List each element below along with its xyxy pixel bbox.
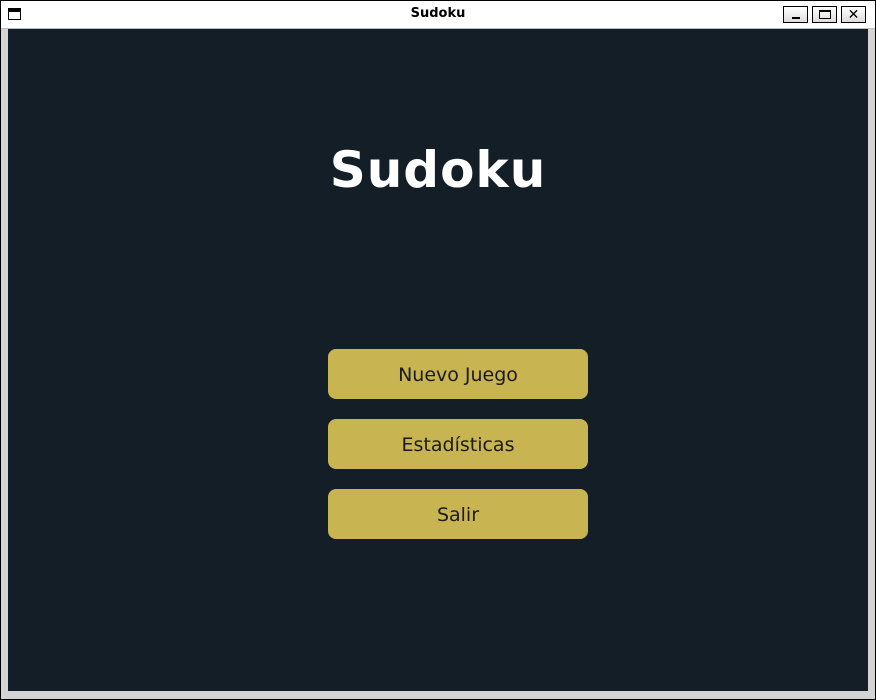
close-icon: ✕ bbox=[847, 6, 860, 23]
app-window: Sudoku ✕ Sudoku Nuevo Juego Estadísticas… bbox=[0, 0, 876, 700]
close-button[interactable]: ✕ bbox=[841, 6, 866, 23]
main-menu-screen: Sudoku Nuevo Juego Estadísticas Salir bbox=[8, 29, 868, 691]
window-title: Sudoku bbox=[410, 6, 466, 21]
minimize-icon bbox=[791, 17, 800, 19]
statistics-button[interactable]: Estadísticas bbox=[328, 419, 588, 469]
maximize-icon bbox=[818, 10, 831, 19]
new-game-button[interactable]: Nuevo Juego bbox=[328, 349, 588, 399]
title-bar[interactable]: Sudoku ✕ bbox=[1, 1, 875, 29]
exit-button[interactable]: Salir bbox=[328, 489, 588, 539]
minimize-button[interactable] bbox=[783, 6, 808, 23]
main-menu: Nuevo Juego Estadísticas Salir bbox=[328, 349, 588, 559]
game-title: Sudoku bbox=[329, 141, 547, 199]
maximize-button[interactable] bbox=[812, 6, 837, 23]
